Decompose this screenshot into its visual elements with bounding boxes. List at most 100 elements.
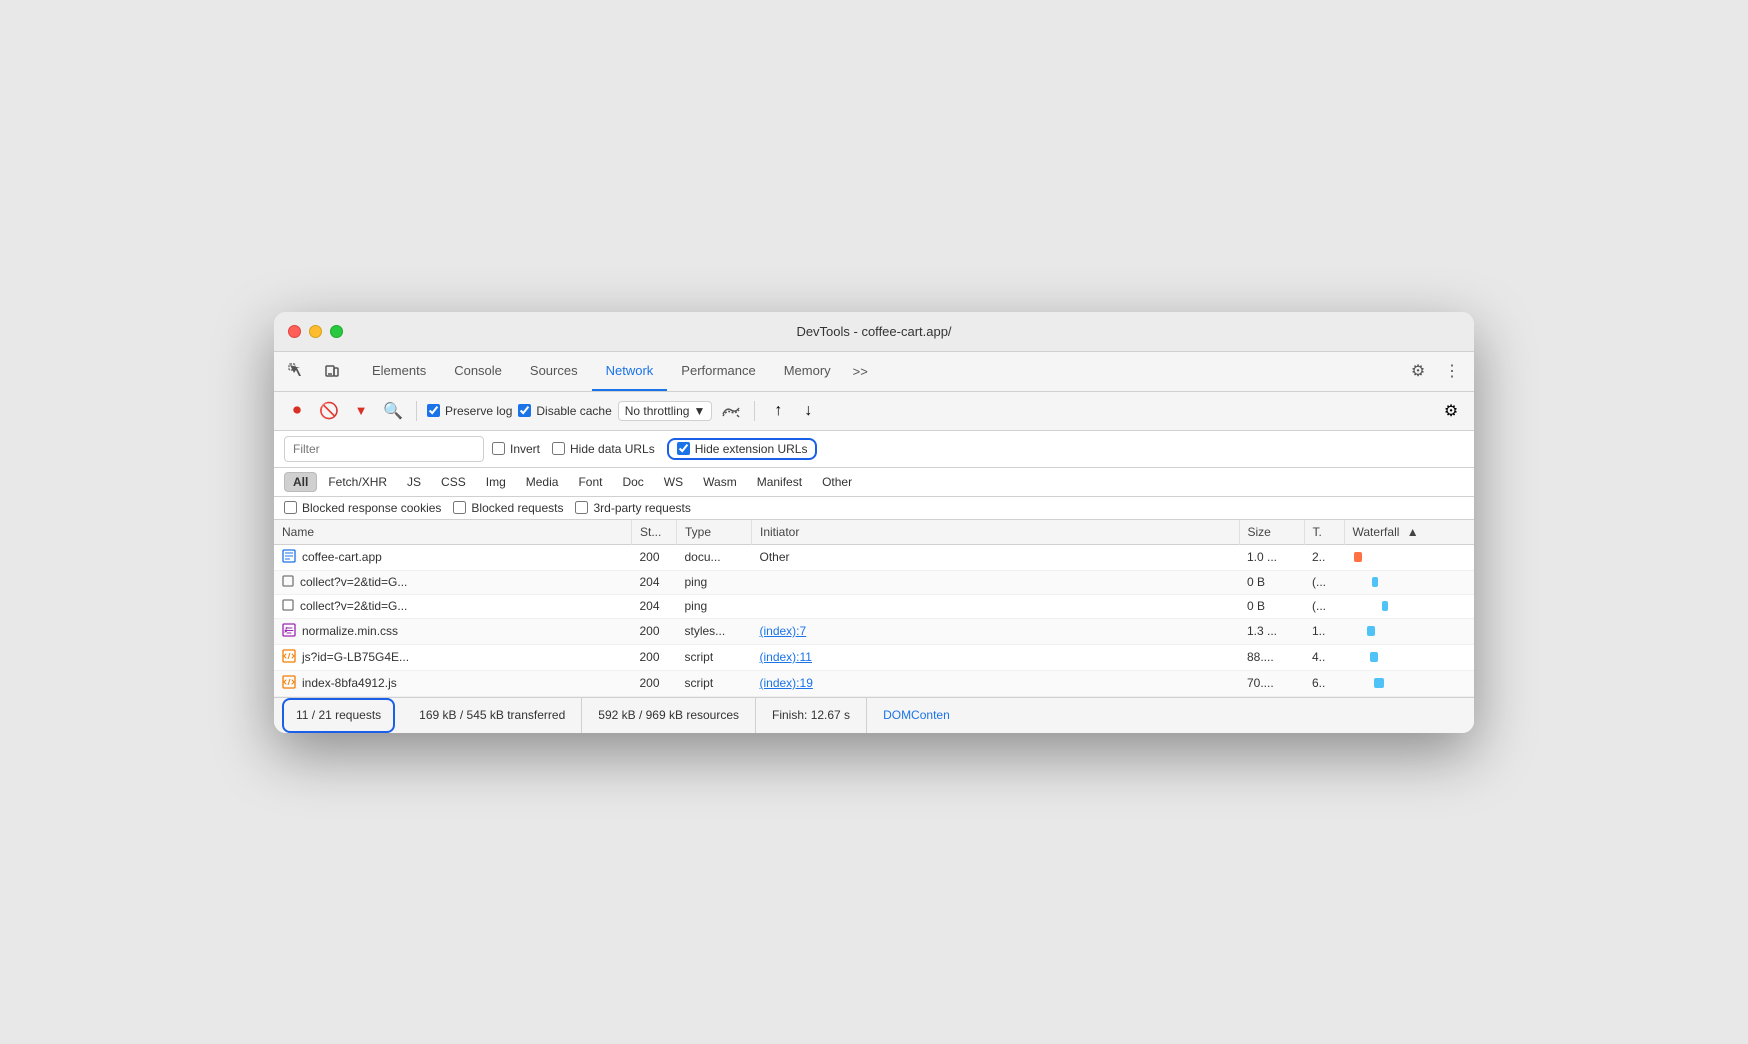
preserve-log-label[interactable]: Preserve log	[427, 404, 512, 418]
network-settings-icon[interactable]: ⚙	[1438, 398, 1464, 424]
cell-waterfall	[1344, 594, 1474, 618]
hide-extension-urls-checkbox[interactable]	[677, 442, 690, 455]
table-row[interactable]: js?id=G-LB75G4E... 200 script (index):11…	[274, 644, 1474, 670]
tab-icons	[282, 357, 346, 385]
resources-text: 592 kB / 969 kB resources	[598, 708, 739, 722]
table-row[interactable]: normalize.min.css 200 styles... (index):…	[274, 618, 1474, 644]
throttle-label: No throttling	[625, 404, 690, 418]
table-row[interactable]: collect?v=2&tid=G... 204 ping 0 B (...	[274, 570, 1474, 594]
resource-name: coffee-cart.app	[302, 550, 382, 564]
col-time[interactable]: T.	[1304, 520, 1344, 545]
filter-icon[interactable]: ▼	[348, 398, 374, 424]
blocked-cookies-label[interactable]: Blocked response cookies	[284, 501, 441, 515]
type-filter-img[interactable]: Img	[477, 472, 515, 492]
cell-type: script	[677, 644, 752, 670]
minimize-button[interactable]	[309, 325, 322, 338]
cell-type: script	[677, 670, 752, 696]
invert-label[interactable]: Invert	[492, 442, 540, 456]
col-name[interactable]: Name	[274, 520, 632, 545]
cell-size: 70....	[1239, 670, 1304, 696]
type-filter-wasm[interactable]: Wasm	[694, 472, 746, 492]
tab-console[interactable]: Console	[440, 351, 516, 391]
tab-more[interactable]: >>	[845, 351, 876, 391]
disable-cache-label[interactable]: Disable cache	[518, 404, 611, 418]
preserve-log-checkbox[interactable]	[427, 404, 440, 417]
type-filter-css[interactable]: CSS	[432, 472, 475, 492]
search-icon[interactable]: 🔍	[380, 398, 406, 424]
clear-button[interactable]: 🚫	[316, 398, 342, 424]
resource-name: collect?v=2&tid=G...	[300, 575, 407, 589]
resources-size: 592 kB / 969 kB resources	[582, 698, 756, 733]
type-filter-ws[interactable]: WS	[655, 472, 692, 492]
cell-type: ping	[677, 594, 752, 618]
type-filter-other[interactable]: Other	[813, 472, 861, 492]
close-button[interactable]	[288, 325, 301, 338]
type-filter-all[interactable]: All	[284, 472, 317, 492]
maximize-button[interactable]	[330, 325, 343, 338]
type-filter-doc[interactable]: Doc	[613, 472, 652, 492]
window-title: DevTools - coffee-cart.app/	[796, 324, 951, 339]
dom-content-text: DOMConten	[883, 708, 950, 722]
type-filter-fetch-xhr[interactable]: Fetch/XHR	[319, 472, 396, 492]
divider-1	[416, 401, 417, 421]
table-row[interactable]: collect?v=2&tid=G... 204 ping 0 B (...	[274, 594, 1474, 618]
initiator-link[interactable]: (index):11	[760, 650, 812, 664]
hide-data-urls-checkbox[interactable]	[552, 442, 565, 455]
initiator-link[interactable]: (index):7	[760, 624, 807, 638]
resource-icon	[282, 575, 294, 590]
requests-text: 11 / 21 requests	[296, 708, 381, 722]
col-waterfall[interactable]: Waterfall ▲	[1344, 520, 1474, 545]
blocked-requests-text: Blocked requests	[471, 501, 563, 515]
more-options-icon[interactable]: ⋮	[1438, 357, 1466, 385]
throttle-select[interactable]: No throttling ▼	[618, 401, 713, 421]
blocked-requests-checkbox[interactable]	[453, 501, 466, 514]
tab-performance[interactable]: Performance	[667, 351, 769, 391]
initiator-link[interactable]: (index):19	[760, 676, 813, 690]
col-initiator[interactable]: Initiator	[752, 520, 1240, 545]
third-party-label[interactable]: 3rd-party requests	[575, 501, 690, 515]
invert-checkbox[interactable]	[492, 442, 505, 455]
device-toolbar-icon[interactable]	[318, 357, 346, 385]
initiator-text: Other	[760, 550, 790, 564]
export-har-button[interactable]: ↓	[795, 398, 821, 424]
type-filter-js[interactable]: JS	[398, 472, 430, 492]
chevron-down-icon: ▼	[693, 404, 705, 418]
tab-network[interactable]: Network	[592, 351, 668, 391]
cell-initiator: (index):19	[752, 670, 1240, 696]
cell-size: 0 B	[1239, 570, 1304, 594]
tab-sources[interactable]: Sources	[516, 351, 592, 391]
disable-cache-checkbox[interactable]	[518, 404, 531, 417]
col-size[interactable]: Size	[1239, 520, 1304, 545]
cell-status: 200	[632, 544, 677, 570]
col-status[interactable]: St...	[632, 520, 677, 545]
filter-bar: Invert Hide data URLs Hide extension URL…	[274, 431, 1474, 468]
cell-status: 204	[632, 594, 677, 618]
type-filter-bar: All Fetch/XHR JS CSS Img Media Font Doc …	[274, 468, 1474, 497]
type-filter-font[interactable]: Font	[569, 472, 611, 492]
filter-input[interactable]	[284, 436, 484, 462]
settings-icon[interactable]: ⚙	[1404, 357, 1432, 385]
tab-memory[interactable]: Memory	[770, 351, 845, 391]
hide-extension-urls-label[interactable]: Hide extension URLs	[677, 442, 808, 456]
import-har-button[interactable]: ↑	[765, 398, 791, 424]
inspect-element-icon[interactable]	[282, 357, 310, 385]
table-row[interactable]: index-8bfa4912.js 200 script (index):19 …	[274, 670, 1474, 696]
cell-status: 200	[632, 618, 677, 644]
blocked-requests-label[interactable]: Blocked requests	[453, 501, 563, 515]
network-conditions-icon[interactable]	[718, 398, 744, 424]
cell-initiator: (index):7	[752, 618, 1240, 644]
table-row[interactable]: coffee-cart.app 200 docu... Other 1.0 ..…	[274, 544, 1474, 570]
type-filter-manifest[interactable]: Manifest	[748, 472, 811, 492]
record-stop-button[interactable]: ⏺	[284, 398, 310, 424]
cell-name: js?id=G-LB75G4E...	[274, 644, 632, 670]
resource-icon	[282, 623, 296, 640]
disable-cache-text: Disable cache	[536, 404, 611, 418]
type-filter-media[interactable]: Media	[517, 472, 568, 492]
third-party-checkbox[interactable]	[575, 501, 588, 514]
resource-icon	[282, 549, 296, 566]
hide-data-urls-label[interactable]: Hide data URLs	[552, 442, 655, 456]
col-type[interactable]: Type	[677, 520, 752, 545]
network-table-container[interactable]: Name St... Type Initiator Size T. Waterf…	[274, 520, 1474, 697]
blocked-cookies-checkbox[interactable]	[284, 501, 297, 514]
tab-elements[interactable]: Elements	[358, 351, 440, 391]
